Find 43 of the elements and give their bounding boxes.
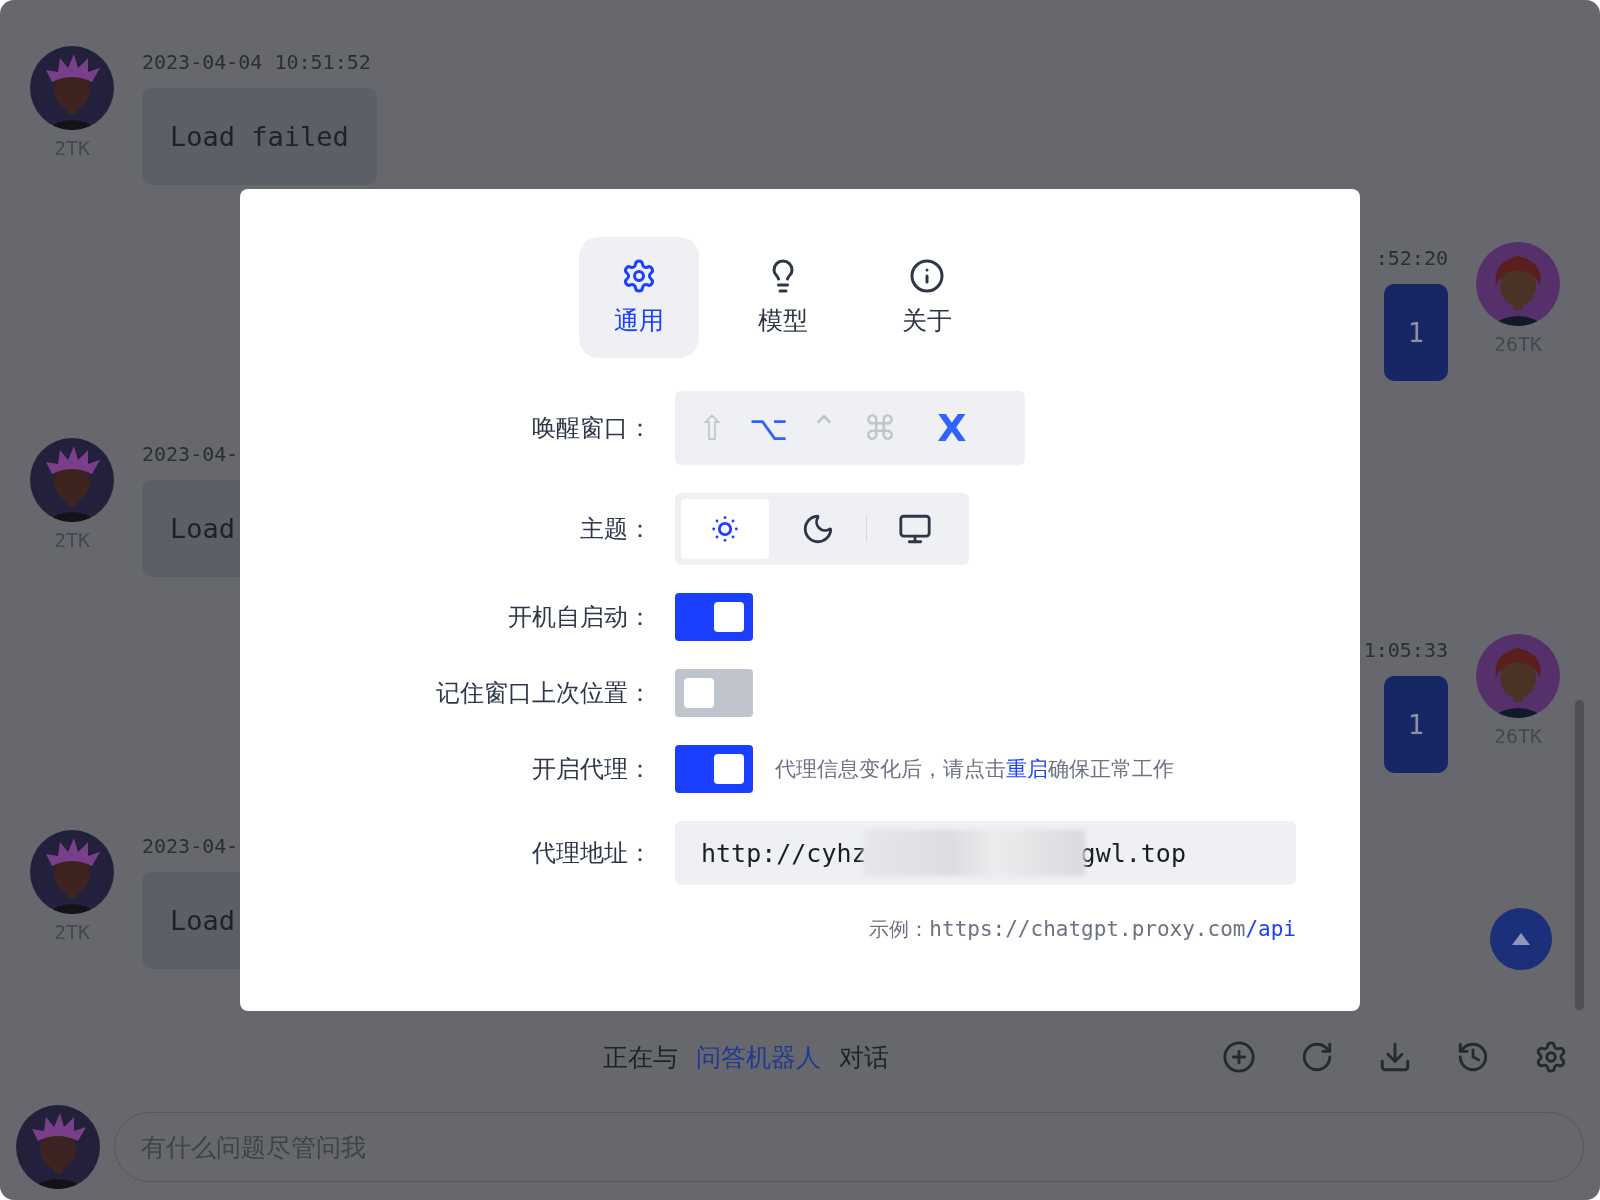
setting-label: 记住窗口上次位置： <box>436 678 652 709</box>
settings-tab[interactable]: 模型 <box>723 237 843 358</box>
scrollbar[interactable] <box>1575 700 1584 1010</box>
setting-label: 主题： <box>580 514 652 545</box>
download-icon <box>1378 1040 1412 1074</box>
setting-label: 开启代理： <box>532 754 652 785</box>
message-time: :52:20 <box>1375 245 1448 272</box>
info-icon <box>909 258 945 294</box>
settings-tab[interactable]: 关于 <box>867 237 987 358</box>
chat-status-text: 正在与 问答机器人 对话 <box>603 1041 889 1074</box>
toggle-switch[interactable] <box>675 745 753 793</box>
message-bubble: 1 <box>1383 676 1448 773</box>
shortcut-field[interactable]: ⇧ ⌥ ⌃ ⌘ X <box>675 391 1025 465</box>
setting-label: 开机自启动： <box>508 602 652 633</box>
monitor-icon <box>897 512 932 546</box>
triangle-up-icon <box>1512 933 1530 945</box>
message-bubble: Load failed <box>142 88 377 185</box>
gear-icon <box>621 258 657 294</box>
shortcut-key: ⌃ <box>805 408 843 448</box>
setting-label: 唤醒窗口： <box>532 413 652 444</box>
toggle-switch[interactable] <box>675 593 753 641</box>
message-time: 2023-04- <box>142 441 239 468</box>
settings-icon <box>1534 1040 1568 1074</box>
shortcut-key: ⇧ <box>693 408 731 448</box>
message-time: 1:05:33 <box>1363 637 1448 664</box>
theme-option[interactable] <box>681 499 770 559</box>
hint-text: 代理信息变化后，请点击重启确保正常工作 <box>775 756 1174 783</box>
setting-label: 代理地址： <box>532 838 652 869</box>
settings-tab[interactable]: 通用 <box>579 237 699 358</box>
new-chat-button[interactable] <box>1221 1039 1257 1075</box>
proxy-address-field[interactable]: http://cyhz gwl.top <box>675 821 1296 885</box>
plus-circle-icon <box>1222 1040 1256 1074</box>
refresh-icon <box>1300 1040 1334 1074</box>
example-text: 示例：https://chatgpt.proxy.com/api <box>869 916 1296 943</box>
shortcut-key: X <box>933 406 971 450</box>
message-time: 2023-04- <box>142 833 239 860</box>
restart-link[interactable]: 重启 <box>1006 757 1048 781</box>
message-time: 2023-04-04 10:51:52 <box>142 49 371 76</box>
message-bubble: 1 <box>1383 284 1448 381</box>
shortcut-key: ⌘ <box>861 408 899 448</box>
shortcut-key: ⌥ <box>749 408 787 448</box>
toggle-switch[interactable] <box>675 669 753 717</box>
history-icon <box>1456 1040 1490 1074</box>
